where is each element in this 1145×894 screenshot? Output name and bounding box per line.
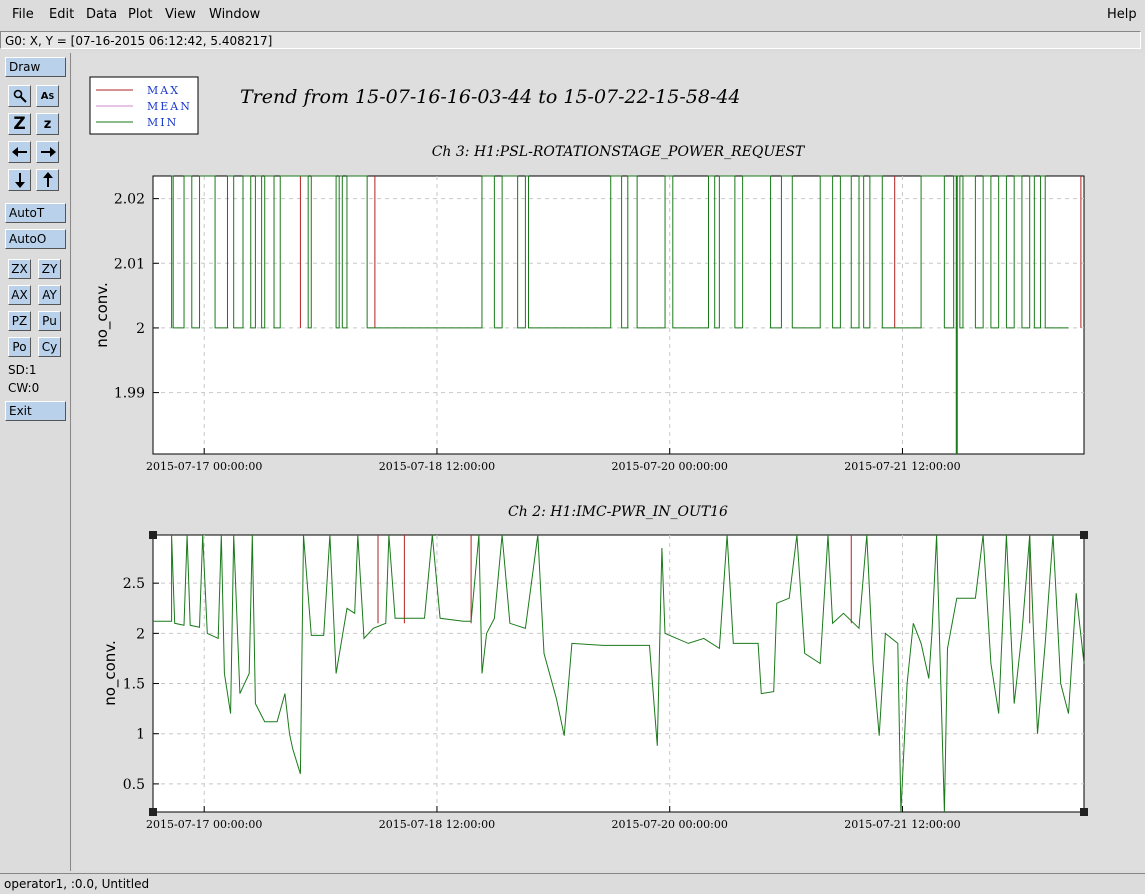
status-bar: operator1, :0.0, Untitled <box>0 873 1145 894</box>
selection-handle-bl[interactable] <box>149 808 157 816</box>
y-tick-label: 2.01 <box>114 256 145 272</box>
y-tick-label: 1 <box>136 727 145 743</box>
y-tick-label: 2 <box>136 626 145 642</box>
y-tick-label: 2.02 <box>114 192 145 208</box>
chart-ch2-x-ticks: 2015-07-17 00:00:00 2015-07-18 12:00:00 20… <box>146 818 961 831</box>
plot-pane[interactable]: MAX MEAN MIN Trend from 15-07-16-16-03-4… <box>73 53 1145 871</box>
sd-label: SD:1 <box>8 363 37 377</box>
exit-button[interactable]: Exit <box>5 401 66 421</box>
zoom-in-small-icon[interactable]: z <box>36 113 59 135</box>
menu-help[interactable]: Help <box>1107 7 1137 22</box>
y-tick-label: 0.5 <box>123 777 145 793</box>
autot-button[interactable]: AutoT <box>5 203 66 223</box>
legend-max-label: MAX <box>147 84 180 97</box>
selection-handle-br[interactable] <box>1080 808 1088 816</box>
ax-button[interactable]: AX <box>8 285 31 305</box>
autoo-button[interactable]: AutoO <box>5 229 66 249</box>
chart-ch2-y-ticks: 2.5 2 1.5 1 0.5 <box>123 576 145 793</box>
arrow-up-icon[interactable] <box>36 169 59 191</box>
arrow-right-icon[interactable] <box>36 141 59 163</box>
chart-ch2[interactable]: Ch 2: H1:IMC-PWR_IN_OUT16 2.5 2 1.5 1 0.5 20… <box>101 504 1088 831</box>
ay-button[interactable]: AY <box>38 285 61 305</box>
y-tick-label: 1.99 <box>114 386 145 402</box>
text-size-icon[interactable]: AS <box>36 85 59 107</box>
x-tick-label: 2015-07-21 12:00:00 <box>844 460 960 473</box>
coordinate-readout: G0: X, Y = [07-16-2015 06:12:42, 5.40821… <box>0 31 1141 49</box>
y-tick-label: 2 <box>136 321 145 337</box>
zy-button[interactable]: ZY <box>38 259 61 279</box>
x-tick-label: 2015-07-18 12:00:00 <box>379 460 495 473</box>
menu-plot[interactable]: Plot <box>128 7 153 22</box>
plot-title: Trend from 15-07-16-16-03-44 to 15-07-22… <box>240 86 741 108</box>
menu-window[interactable]: Window <box>209 7 260 22</box>
x-tick-label: 2015-07-17 00:00:00 <box>146 460 262 473</box>
x-tick-label: 2015-07-21 12:00:00 <box>844 818 960 831</box>
menu-data[interactable]: Data <box>86 7 117 22</box>
chart-ch2-frame <box>152 534 1085 813</box>
arrow-left-icon[interactable] <box>8 141 31 163</box>
y-tick-label: 1.5 <box>123 677 145 693</box>
chart-ch3-title: Ch 3: H1:PSL-ROTATIONSTAGE_POWER_REQUEST <box>432 144 806 160</box>
chart-ch3-ylabel: no_conv. <box>93 282 112 348</box>
zx-button[interactable]: ZX <box>8 259 31 279</box>
plot-canvas[interactable]: MAX MEAN MIN Trend from 15-07-16-16-03-4… <box>73 53 1145 871</box>
toolbox-panel: Draw AS Z z AutoT AutoO ZX ZY AX AY PZ P… <box>0 53 71 871</box>
menu-bar: File Edit Data Plot View Window Help <box>0 0 1145 30</box>
menu-file[interactable]: File <box>12 7 34 22</box>
y-tick-label: 2.5 <box>123 576 145 592</box>
chart-ch2-ylabel: no_conv. <box>101 640 120 706</box>
x-tick-label: 2015-07-20 00:00:00 <box>612 460 728 473</box>
selection-handle-tl[interactable] <box>149 531 157 539</box>
legend-mean-label: MEAN <box>147 100 192 113</box>
po-button[interactable]: Po <box>8 337 31 357</box>
legend: MAX MEAN MIN <box>89 76 199 135</box>
x-tick-label: 2015-07-17 00:00:00 <box>146 818 262 831</box>
pz-button[interactable]: PZ <box>8 311 31 331</box>
selection-handle-tr[interactable] <box>1080 531 1088 539</box>
cw-label: CW:0 <box>8 381 40 395</box>
cy-button[interactable]: Cy <box>38 337 61 357</box>
arrow-down-icon[interactable] <box>8 169 31 191</box>
zoom-tool-icon[interactable] <box>8 85 31 107</box>
x-tick-label: 2015-07-18 12:00:00 <box>379 818 495 831</box>
menu-edit[interactable]: Edit <box>49 7 74 22</box>
x-tick-label: 2015-07-20 00:00:00 <box>612 818 728 831</box>
chart-ch3-y-ticks: 2.02 2.01 2 1.99 <box>114 192 145 402</box>
legend-min-label: MIN <box>147 116 178 129</box>
pu-button[interactable]: Pu <box>38 311 61 331</box>
chart-ch3-x-ticks: 2015-07-17 00:00:00 2015-07-18 12:00:00 20… <box>146 460 961 473</box>
draw-button[interactable]: Draw <box>5 57 66 77</box>
chart-ch3[interactable]: Ch 3: H1:PSL-ROTATIONSTAGE_POWER_REQUEST… <box>93 144 1085 473</box>
menu-view[interactable]: View <box>165 7 196 22</box>
chart-ch2-title: Ch 2: H1:IMC-PWR_IN_OUT16 <box>508 504 728 520</box>
zoom-in-large-icon[interactable]: Z <box>8 113 31 135</box>
